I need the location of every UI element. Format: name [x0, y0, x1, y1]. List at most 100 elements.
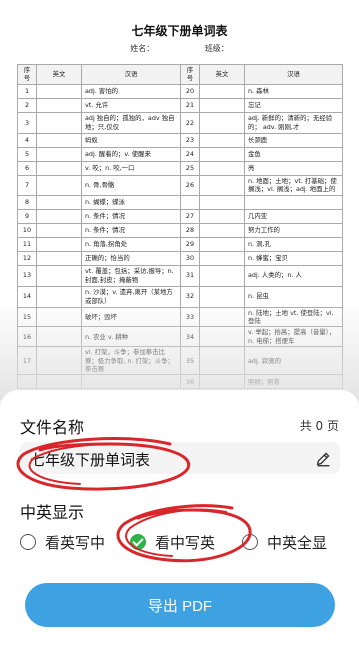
chinese-cell: adj. 醒着的；v. 使醒来 — [81, 146, 181, 162]
name-class-line: 姓名： 班级： — [0, 43, 359, 54]
document-preview: 七年级下册单词表 姓名： 班级： 序号 英文 汉语 序号 英文 汉语 1 adj.… — [0, 0, 359, 400]
english-cell — [199, 146, 245, 162]
word-number: 9 — [17, 208, 37, 224]
chinese-cell: 金鱼 — [244, 146, 343, 162]
option-label: 看英写中 — [45, 533, 106, 552]
english-cell — [36, 208, 82, 224]
file-name-label: 文件名称 — [20, 418, 85, 437]
option-label: 中英全显 — [267, 533, 328, 552]
chinese-cell: n. 森林 — [244, 83, 343, 99]
preview-fade — [0, 300, 359, 400]
table-row: 11 n. 角落,拐角处 29 n. 洞,孔 — [17, 236, 343, 252]
word-number: 22 — [180, 111, 200, 134]
english-cell — [199, 97, 245, 113]
chinese-cell: 长颈鹿 — [244, 132, 343, 148]
export-pdf-button[interactable]: 导出 PDF — [25, 583, 335, 627]
header-number: 序号 — [180, 64, 200, 85]
word-number: 3 — [17, 111, 37, 134]
chinese-cell: vt. 覆盖；包括；采访,报导；n. 封面,封皮；掩蔽物 — [81, 264, 181, 287]
chinese-cell: n. 角落,拐角处 — [81, 236, 181, 252]
table-row: 3 adj 独自的；孤独的，adv 独自地；只,仅仅 22 adj. 新鲜的；清新的；… — [17, 111, 343, 134]
word-number: 23 — [180, 132, 200, 148]
chinese-cell: adj. 人类的；n. 人 — [244, 264, 343, 287]
chinese-cell: adj 独自的；孤独的，adv 独自地；只,仅仅 — [81, 111, 181, 134]
word-number: 10 — [17, 222, 37, 238]
english-cell — [36, 146, 82, 162]
chinese-cell: n. 地面；土地；vt. 打基础；使搁浅；vi. 搁浅；adj. 地面上的 — [244, 174, 343, 196]
chinese-cell: 正确的；恰当的 — [81, 250, 181, 266]
chinese-cell: 几内亚 — [244, 208, 343, 224]
word-number: 13 — [17, 264, 37, 287]
word-number: 30 — [180, 250, 200, 266]
table-row: 6 v. 咬；n. 咬,一口 25 亮 — [17, 160, 343, 176]
header-number: 序号 — [17, 64, 37, 85]
english-cell — [36, 264, 82, 287]
english-cell — [36, 83, 82, 99]
word-number: 11 — [17, 236, 37, 252]
chinese-cell: n. 骨,骨骼 — [81, 174, 181, 196]
table-row: 4 蚂蚁 23 长颈鹿 — [17, 132, 343, 148]
english-cell — [36, 174, 82, 196]
table-row: 10 n. 条件；情况 28 努力工作的 — [17, 222, 343, 238]
word-number: 1 — [17, 83, 37, 99]
header-chinese: 汉语 — [81, 64, 181, 85]
english-cell — [199, 236, 245, 252]
chinese-cell: n. 条件；情况 — [81, 222, 181, 238]
english-cell — [199, 111, 245, 134]
table-row: 8 n. 蝴蝶；蝶泳 — [17, 194, 343, 210]
table-row: 1 adj. 害怕的 20 n. 森林 — [17, 83, 343, 99]
table-row: 13 vt. 覆盖；包括；采访,报导；n. 封面,封皮；掩蔽物 31 adj. 人类的… — [17, 264, 343, 287]
header-chinese: 汉语 — [244, 64, 343, 85]
chinese-cell: n. 蜂蜜；宝贝 — [244, 250, 343, 266]
english-cell — [199, 250, 245, 266]
english-cell — [199, 174, 245, 196]
word-number: 7 — [17, 174, 37, 196]
word-number: 28 — [180, 222, 200, 238]
header-english: 英文 — [199, 64, 245, 85]
word-number: 4 — [17, 132, 37, 148]
word-number — [180, 194, 200, 210]
word-number: 12 — [17, 250, 37, 266]
english-cell — [199, 194, 245, 210]
english-cell — [199, 160, 245, 176]
display-mode-options: 看英写中 看中写英 中英全显 — [20, 530, 340, 554]
english-cell — [199, 264, 245, 287]
word-number: 6 — [17, 160, 37, 176]
table-row: 12 正确的；恰当的 30 n. 蜂蜜；宝贝 — [17, 250, 343, 266]
page-count: 共 0 页 — [299, 419, 339, 433]
word-number: 24 — [180, 146, 200, 162]
word-number: 2 — [17, 97, 37, 113]
display-mode-label: 中英显示 — [20, 503, 85, 522]
english-cell — [36, 222, 82, 238]
table-header-row: 序号 英文 汉语 序号 英文 汉语 — [17, 64, 343, 85]
word-number: 8 — [17, 194, 37, 210]
document-title: 七年级下册单词表 — [131, 24, 228, 38]
word-number: 21 — [180, 97, 200, 113]
check-icon — [130, 534, 146, 550]
file-name-value: 七年级下册单词表 — [30, 451, 151, 469]
chinese-cell: 蚂蚁 — [81, 132, 181, 148]
export-sheet: 文件名称 共 0 页 七年级下册单词表 中英显示 看英写中 看中写英 中英全显 … — [0, 390, 359, 650]
english-cell — [199, 222, 245, 238]
option-show-both[interactable]: 中英全显 — [242, 530, 327, 554]
english-cell — [199, 83, 245, 99]
chinese-cell — [244, 194, 343, 210]
word-number: 27 — [180, 208, 200, 224]
chinese-cell: adj. 新鲜的；清新的；无经验的； adv. 刚刚,才 — [244, 111, 343, 134]
chinese-cell: 亮 — [244, 160, 343, 176]
pencil-icon[interactable] — [315, 450, 332, 467]
english-cell — [199, 208, 245, 224]
option-chinese-to-english[interactable]: 看中写英 — [130, 530, 215, 554]
chinese-cell: v. 咬；n. 咬,一口 — [81, 160, 181, 176]
radio-icon — [242, 534, 258, 550]
english-cell — [36, 111, 82, 134]
chinese-cell: n. 蝴蝶；蝶泳 — [81, 194, 181, 210]
chinese-cell: n. 条件；情况 — [81, 208, 181, 224]
option-english-to-chinese[interactable]: 看英写中 — [20, 530, 105, 554]
word-number: 26 — [180, 174, 200, 196]
english-cell — [36, 97, 82, 113]
chinese-cell: adj. 害怕的 — [81, 83, 181, 99]
table-row: 7 n. 骨,骨骼 26 n. 地面；土地；vt. 打基础；使搁浅；vi. 搁浅；ad… — [17, 174, 343, 196]
word-number: 5 — [17, 146, 37, 162]
file-name-field[interactable]: 七年级下册单词表 — [20, 442, 340, 474]
